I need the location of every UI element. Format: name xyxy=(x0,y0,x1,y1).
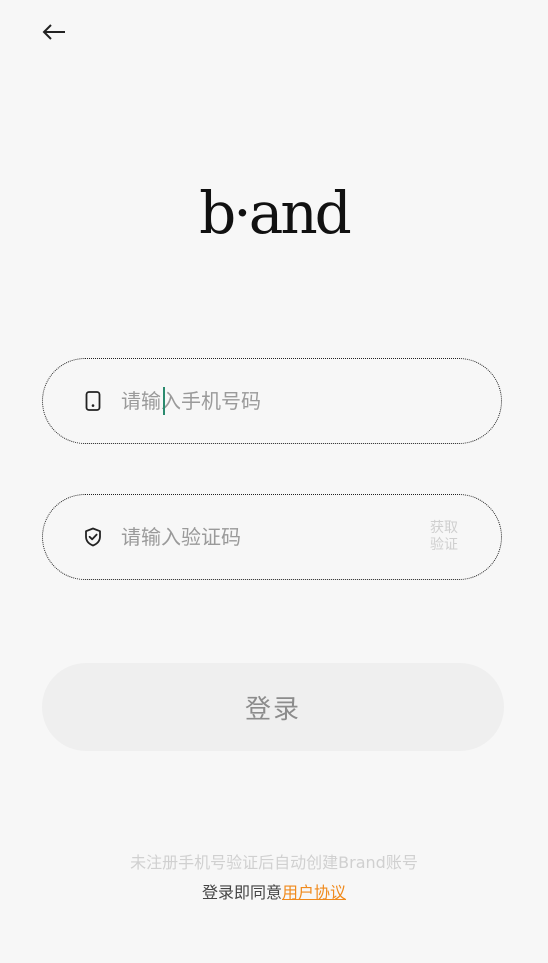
shield-check-icon xyxy=(82,526,104,548)
arrow-left-icon xyxy=(41,23,67,45)
phone-field[interactable] xyxy=(42,358,502,444)
auto-register-notice: 未注册手机号验证后自动创建Brand账号 xyxy=(130,853,418,872)
phone-input[interactable] xyxy=(121,381,501,421)
user-agreement-link[interactable]: 用户协议 xyxy=(282,883,346,902)
phone-icon xyxy=(82,390,104,412)
get-code-button[interactable]: 获取验证 xyxy=(427,520,461,554)
brand-logo: b·and xyxy=(199,179,352,247)
verification-code-field[interactable]: 获取验证 xyxy=(42,494,502,580)
login-button[interactable]: 登录 xyxy=(42,663,504,751)
verification-code-input[interactable] xyxy=(121,517,427,557)
text-caret xyxy=(163,387,165,415)
back-button[interactable] xyxy=(38,18,70,50)
agreement-text: 登录即同意用户协议 xyxy=(0,879,548,903)
agreement-prefix: 登录即同意 xyxy=(201,883,282,902)
